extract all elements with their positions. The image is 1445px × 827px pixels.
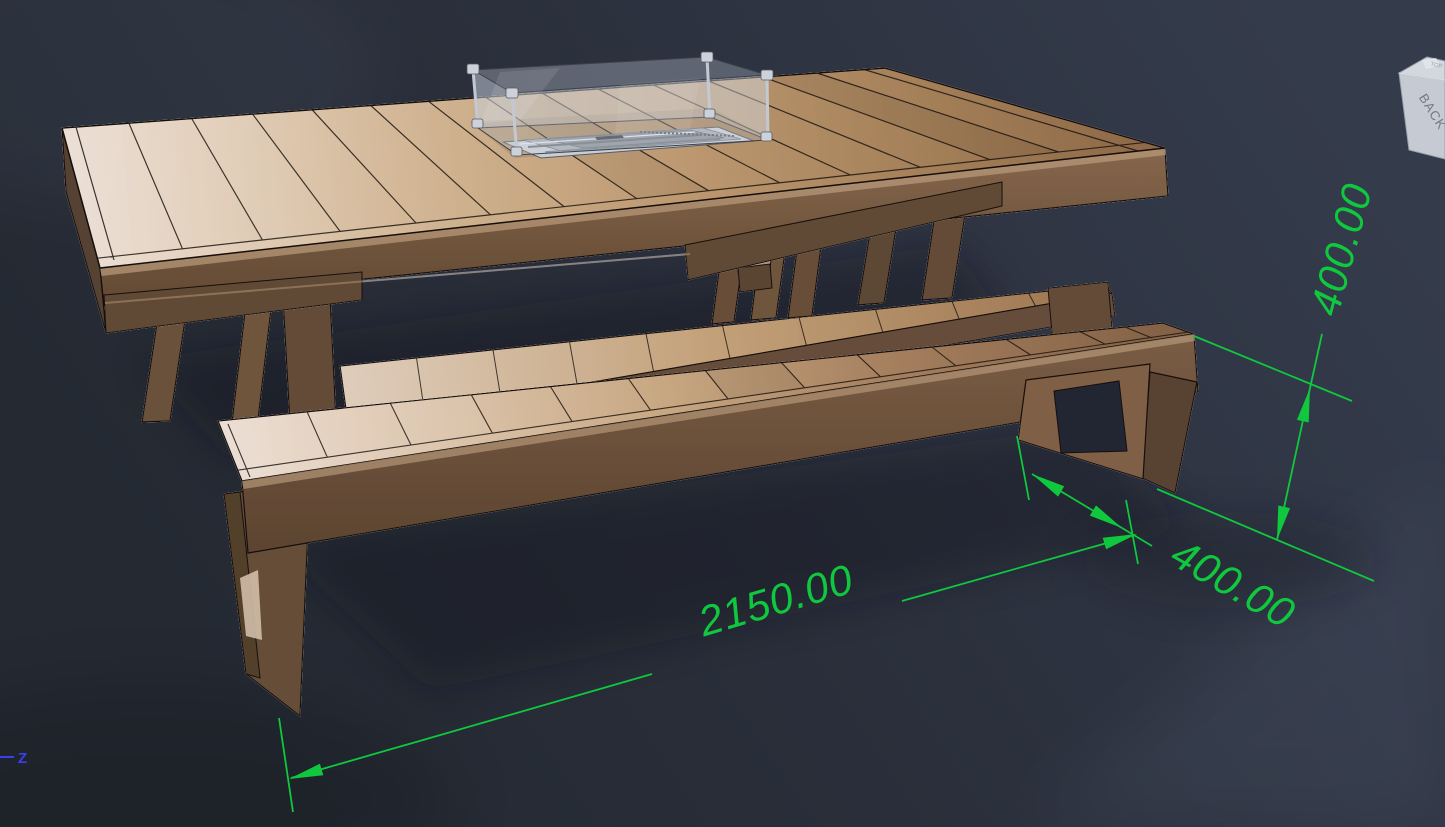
viewport-canvas[interactable]: 2150.00 400.00 400.00 TOP BACK Z bbox=[0, 0, 1445, 827]
right-leg-opening bbox=[1054, 381, 1127, 453]
fire-pit bbox=[467, 52, 773, 158]
z-axis-label: Z bbox=[18, 750, 27, 767]
cad-viewport[interactable]: 2150.00 400.00 400.00 TOP BACK Z bbox=[0, 0, 1445, 827]
glass-wind-guard bbox=[467, 52, 773, 156]
